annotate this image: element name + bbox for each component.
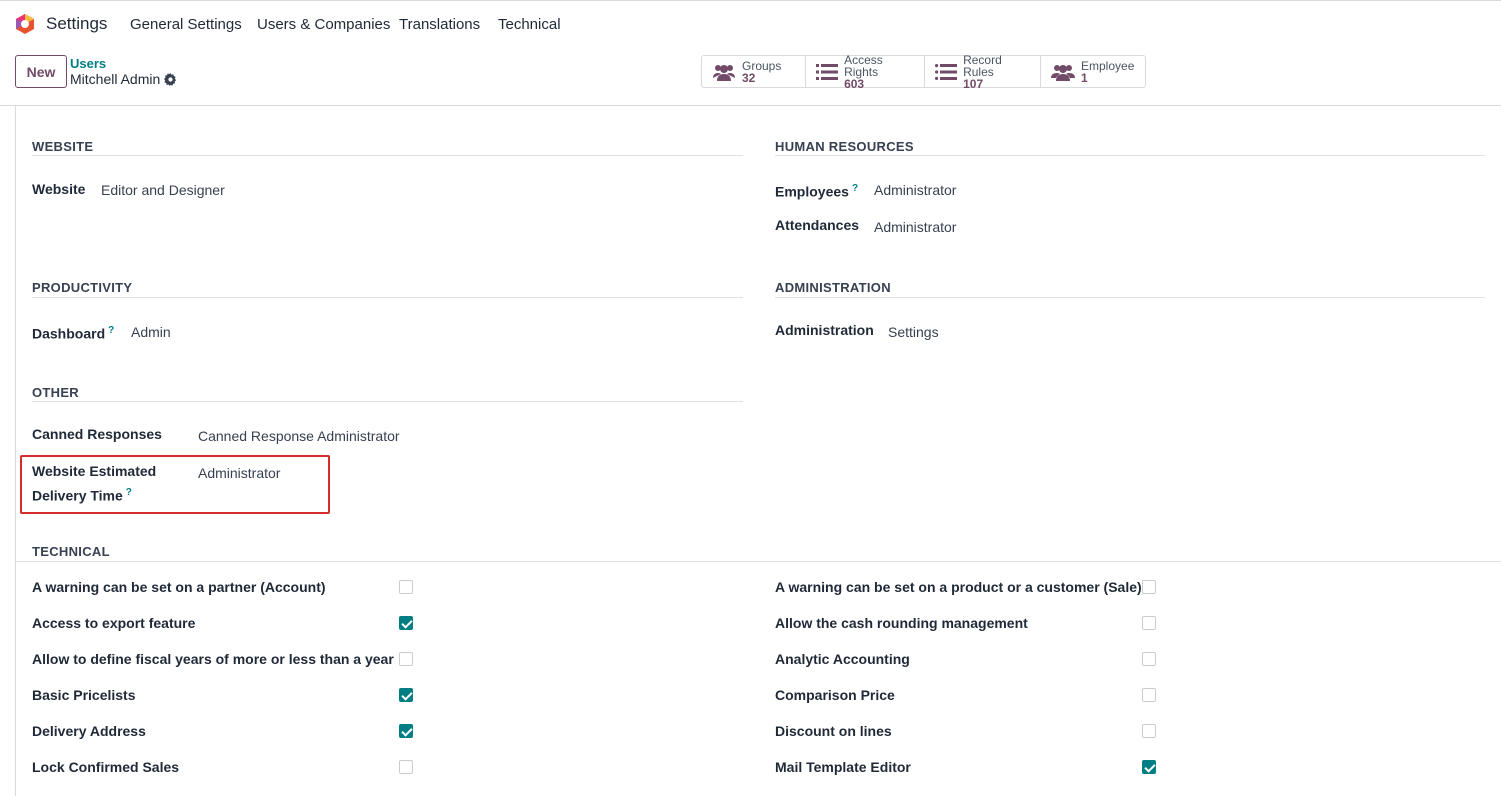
section-divider [32,155,743,156]
nav-technical[interactable]: Technical [498,16,561,33]
nav-users-companies[interactable]: Users & Companies [257,16,390,33]
smart-button-count: 32 [742,70,756,85]
field-label-text: Employees [775,183,849,200]
field-label-dashboard: Dashboard? [32,320,114,345]
section-divider [16,561,1501,562]
tech-label-comparison-price: Comparison Price [775,687,895,703]
smart-button-label: Employee [1081,58,1135,73]
smart-button-count: 107 [963,76,984,91]
smart-button-label: Groups [742,58,782,73]
new-button[interactable]: New [15,55,67,88]
field-label-canned-responses: Canned Responses [32,426,162,442]
field-value-dashboard[interactable]: Admin [131,324,171,340]
field-label-administration: Administration [775,322,874,338]
checkbox-discount-lines[interactable] [1142,724,1156,738]
section-divider [32,401,743,402]
smart-button-label: Record Rules [963,52,1002,79]
section-other-title: OTHER [32,385,79,400]
checkbox-mail-template[interactable] [1142,760,1156,774]
list-icon [935,63,958,81]
tech-label-fiscal-years: Allow to define fiscal years of more or … [32,651,394,667]
checkbox-lock-sales[interactable] [399,760,413,774]
control-panel: New Users Mitchell Admin Groups 32 Access… [0,47,1501,106]
section-divider [775,155,1485,156]
help-tooltip-icon[interactable]: ? [108,325,114,336]
checkbox-delivery-address[interactable] [399,724,413,738]
checkbox-comparison-price[interactable] [1142,688,1156,702]
field-value-administration[interactable]: Settings [888,324,939,340]
section-website-title: WEBSITE [32,139,94,154]
field-value-website[interactable]: Editor and Designer [101,182,225,198]
field-label-website: Website [32,181,86,197]
checkbox-cash-rounding[interactable] [1142,616,1156,630]
record-rules-smart-button[interactable]: Record Rules 107 [925,52,1041,91]
employee-smart-button[interactable]: Employee 1 [1041,56,1145,87]
checkbox-export-feature[interactable] [399,616,413,630]
checkbox-basic-pricelists[interactable] [399,688,413,702]
users-icon [712,63,736,81]
field-value-attendances[interactable]: Administrator [874,219,956,235]
tech-label-mail-template: Mail Template Editor [775,759,911,775]
field-value-employees[interactable]: Administrator [874,182,956,198]
smart-button-label: Access Rights [844,52,883,79]
field-label-website-delivery-time: Website Estimated Delivery Time? [32,461,156,507]
gear-icon[interactable] [164,72,177,86]
sheet-border [15,106,16,796]
tech-label-product-warning: A warning can be set on a product or a c… [775,579,1142,595]
section-divider [32,297,743,298]
smart-buttons: Groups 32 Access Rights 603 Record Rules 10… [701,52,1146,91]
tech-label-delivery-address: Delivery Address [32,723,146,739]
checkbox-fiscal-years[interactable] [399,652,413,666]
help-tooltip-icon[interactable]: ? [126,487,132,498]
section-productivity-title: PRODUCTIVITY [32,280,133,295]
field-value-canned-responses[interactable]: Canned Response Administrator [198,428,400,444]
section-technical-title: TECHNICAL [32,544,110,559]
field-label-line2: Delivery Time [32,487,123,504]
odoo-settings-logo-icon[interactable] [14,13,36,35]
tech-label-basic-pricelists: Basic Pricelists [32,687,136,703]
tech-label-export-feature: Access to export feature [32,615,196,631]
breadcrumb-current: Mitchell Admin [70,71,177,87]
top-navbar: Settings General Settings Users & Compan… [0,0,1501,47]
field-label-attendances: Attendances [775,217,860,233]
tech-label-cash-rounding: Allow the cash rounding management [775,615,1028,631]
access-rights-smart-button[interactable]: Access Rights 603 [806,52,925,91]
help-tooltip-icon[interactable]: ? [852,183,858,194]
section-divider [775,297,1485,298]
tech-label-lock-sales: Lock Confirmed Sales [32,759,180,775]
users-icon [1051,63,1075,81]
groups-smart-button[interactable]: Groups 32 [702,56,806,87]
tech-label-discount-lines: Discount on lines [775,723,892,739]
section-hr-title: HUMAN RESOURCES [775,139,914,154]
app-title[interactable]: Settings [46,14,107,34]
field-value-website-delivery-time[interactable]: Administrator [198,465,280,481]
field-label-line1: Website Estimated [32,463,157,479]
field-label-text: Dashboard [32,325,106,342]
smart-button-count: 603 [844,76,865,91]
section-administration-title: ADMINISTRATION [775,280,891,295]
breadcrumb-users[interactable]: Users [70,56,106,71]
record-name: Mitchell Admin [70,71,161,87]
smart-button-count: 1 [1081,70,1088,85]
checkbox-product-warning[interactable] [1142,580,1156,594]
list-icon [816,63,839,81]
nav-general-settings[interactable]: General Settings [130,16,242,33]
field-label-employees: Employees? [775,178,858,203]
checkbox-partner-warning[interactable] [399,580,413,594]
nav-translations[interactable]: Translations [399,16,480,33]
checkbox-analytic-accounting[interactable] [1142,652,1156,666]
tech-label-partner-warning: A warning can be set on a partner (Accou… [32,579,326,595]
tech-label-analytic-accounting: Analytic Accounting [775,651,910,667]
